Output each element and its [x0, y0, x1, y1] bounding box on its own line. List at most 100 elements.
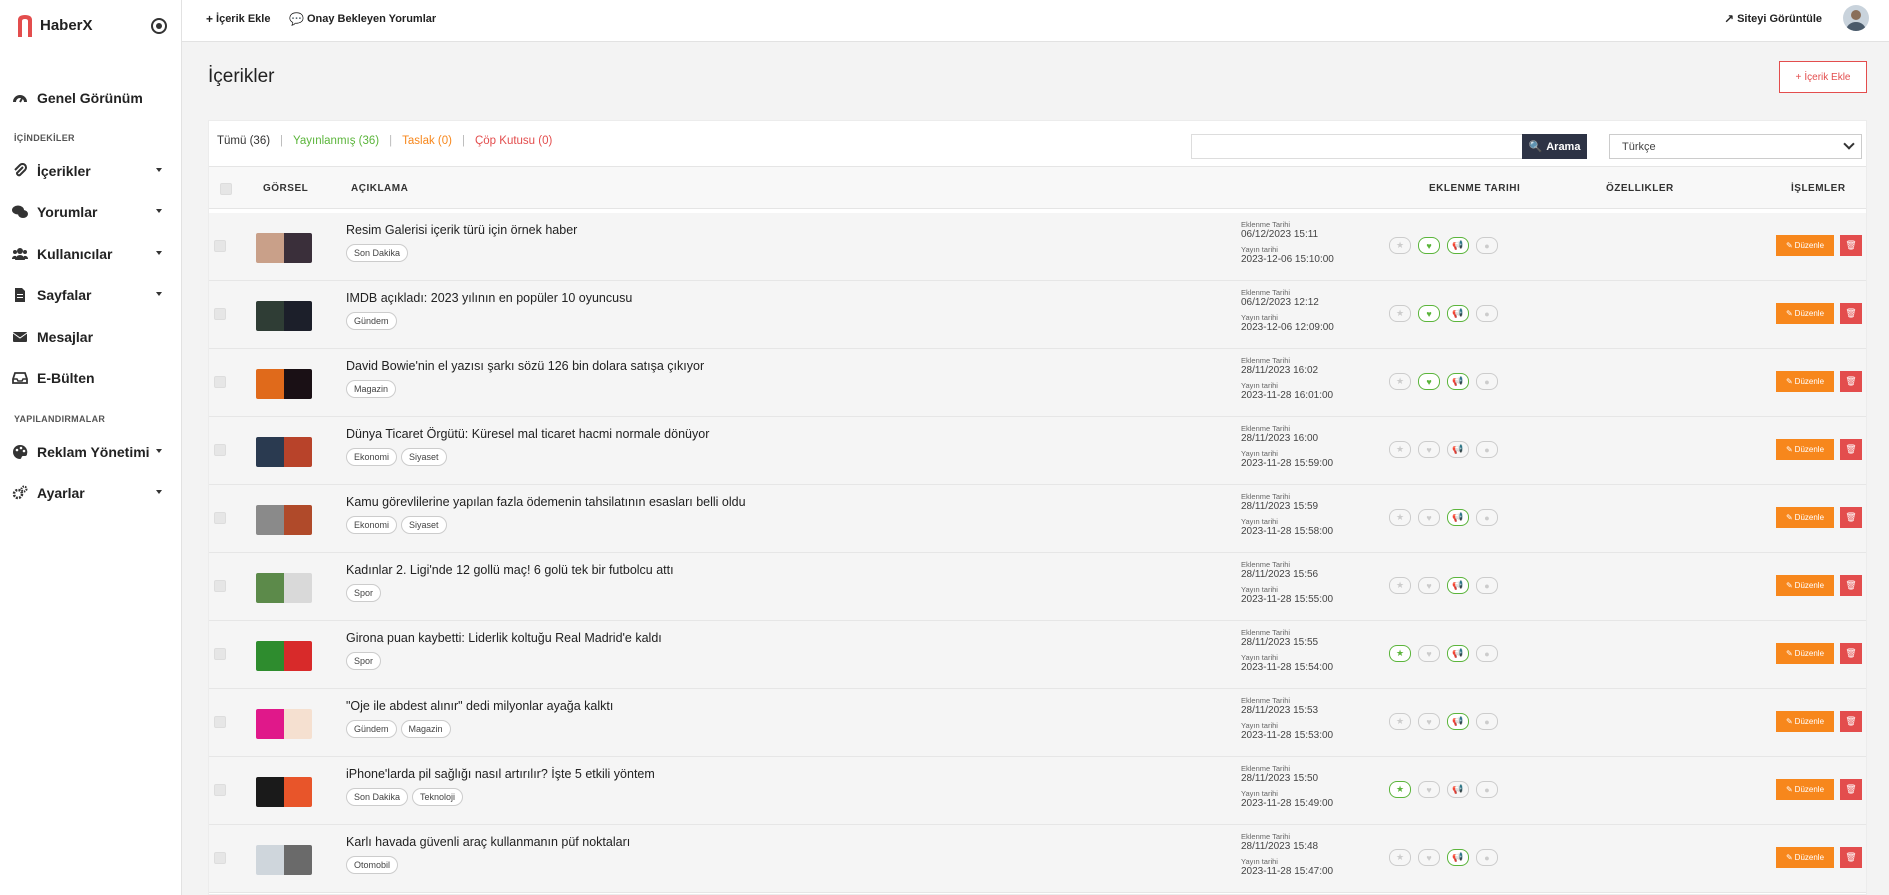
circle-check-icon[interactable]: ●: [1476, 849, 1498, 866]
sidebar-toggle-icon[interactable]: [151, 18, 167, 34]
circle-check-icon[interactable]: ●: [1476, 237, 1498, 254]
row-checkbox[interactable]: [214, 512, 226, 524]
star-icon[interactable]: ★: [1389, 441, 1411, 458]
edit-button[interactable]: ✎ Düzenle: [1776, 439, 1834, 460]
edit-button[interactable]: ✎ Düzenle: [1776, 575, 1834, 596]
megaphone-icon[interactable]: 📢: [1447, 373, 1469, 390]
edit-button[interactable]: ✎ Düzenle: [1776, 371, 1834, 392]
delete-button[interactable]: 🗑: [1840, 779, 1862, 800]
language-select[interactable]: Türkçe: [1609, 134, 1862, 159]
star-icon[interactable]: ★: [1389, 509, 1411, 526]
circle-check-icon[interactable]: ●: [1476, 373, 1498, 390]
row-checkbox[interactable]: [214, 444, 226, 456]
content-title[interactable]: David Bowie'nin el yazısı şarkı sözü 126…: [346, 359, 704, 373]
row-checkbox[interactable]: [214, 852, 226, 864]
row-checkbox[interactable]: [214, 716, 226, 728]
megaphone-icon[interactable]: 📢: [1447, 509, 1469, 526]
edit-button[interactable]: ✎ Düzenle: [1776, 711, 1834, 732]
delete-button[interactable]: 🗑: [1840, 371, 1862, 392]
delete-button[interactable]: 🗑: [1840, 711, 1862, 732]
circle-check-icon[interactable]: ●: [1476, 441, 1498, 458]
delete-button[interactable]: 🗑: [1840, 643, 1862, 664]
heart-icon[interactable]: ♥: [1418, 645, 1440, 662]
megaphone-icon[interactable]: 📢: [1447, 577, 1469, 594]
row-checkbox[interactable]: [214, 308, 226, 320]
megaphone-icon[interactable]: 📢: [1447, 849, 1469, 866]
sidebar-item-dashboard[interactable]: Genel Görünüm: [12, 87, 162, 109]
edit-button[interactable]: ✎ Düzenle: [1776, 643, 1834, 664]
delete-button[interactable]: 🗑: [1840, 439, 1862, 460]
sidebar-item-newsletter[interactable]: E-Bülten: [12, 367, 162, 389]
row-checkbox[interactable]: [214, 784, 226, 796]
star-icon[interactable]: ★: [1389, 849, 1411, 866]
add-content-button[interactable]: + İçerik Ekle: [1779, 61, 1867, 93]
star-icon[interactable]: ★: [1389, 781, 1411, 798]
heart-icon[interactable]: ♥: [1418, 305, 1440, 322]
content-title[interactable]: Resim Galerisi içerik türü için örnek ha…: [346, 223, 577, 237]
heart-icon[interactable]: ♥: [1418, 849, 1440, 866]
heart-icon[interactable]: ♥: [1418, 713, 1440, 730]
star-icon[interactable]: ★: [1389, 645, 1411, 662]
megaphone-icon[interactable]: 📢: [1447, 237, 1469, 254]
sidebar-item-users[interactable]: Kullanıcılar: [12, 243, 162, 265]
filter-trash[interactable]: Çöp Kutusu (0): [475, 135, 552, 147]
edit-button[interactable]: ✎ Düzenle: [1776, 507, 1834, 528]
circle-check-icon[interactable]: ●: [1476, 305, 1498, 322]
edit-button[interactable]: ✎ Düzenle: [1776, 303, 1834, 324]
heart-icon[interactable]: ♥: [1418, 577, 1440, 594]
heart-icon[interactable]: ♥: [1418, 441, 1440, 458]
brand-logo[interactable]: HaberX: [16, 14, 93, 37]
delete-button[interactable]: 🗑: [1840, 303, 1862, 324]
sidebar-item-comments[interactable]: Yorumlar: [12, 201, 162, 223]
star-icon[interactable]: ★: [1389, 237, 1411, 254]
content-title[interactable]: iPhone'larda pil sağlığı nasıl artırılır…: [346, 767, 655, 781]
megaphone-icon[interactable]: 📢: [1447, 305, 1469, 322]
sidebar-item-messages[interactable]: Mesajlar: [12, 326, 162, 348]
delete-button[interactable]: 🗑: [1840, 847, 1862, 868]
filter-all[interactable]: Tümü (36): [217, 135, 270, 147]
view-site-link[interactable]: ↗ Siteyi Görüntüle: [1724, 12, 1822, 26]
topbar-add-content-link[interactable]: + İçerik Ekle: [206, 12, 270, 26]
star-icon[interactable]: ★: [1389, 713, 1411, 730]
select-all-checkbox[interactable]: [220, 183, 232, 195]
content-title[interactable]: Dünya Ticaret Örgütü: Küresel mal ticare…: [346, 427, 709, 441]
star-icon[interactable]: ★: [1389, 577, 1411, 594]
megaphone-icon[interactable]: 📢: [1447, 645, 1469, 662]
content-title[interactable]: Girona puan kaybetti: Liderlik koltuğu R…: [346, 631, 662, 645]
megaphone-icon[interactable]: 📢: [1447, 441, 1469, 458]
row-checkbox[interactable]: [214, 376, 226, 388]
search-input[interactable]: [1192, 135, 1522, 158]
heart-icon[interactable]: ♥: [1418, 509, 1440, 526]
circle-check-icon[interactable]: ●: [1476, 645, 1498, 662]
filter-draft[interactable]: Taslak (0): [402, 135, 452, 147]
row-checkbox[interactable]: [214, 648, 226, 660]
star-icon[interactable]: ★: [1389, 305, 1411, 322]
circle-check-icon[interactable]: ●: [1476, 713, 1498, 730]
heart-icon[interactable]: ♥: [1418, 373, 1440, 390]
avatar[interactable]: [1843, 5, 1869, 31]
delete-button[interactable]: 🗑: [1840, 575, 1862, 596]
heart-icon[interactable]: ♥: [1418, 781, 1440, 798]
row-checkbox[interactable]: [214, 240, 226, 252]
megaphone-icon[interactable]: 📢: [1447, 713, 1469, 730]
circle-check-icon[interactable]: ●: [1476, 509, 1498, 526]
content-title[interactable]: Kadınlar 2. Ligi'nde 12 gollü maç! 6 gol…: [346, 563, 674, 577]
delete-button[interactable]: 🗑: [1840, 507, 1862, 528]
delete-button[interactable]: 🗑: [1840, 235, 1862, 256]
content-title[interactable]: IMDB açıkladı: 2023 yılının en popüler 1…: [346, 291, 632, 305]
sidebar-item-settings[interactable]: Ayarlar: [12, 482, 162, 504]
star-icon[interactable]: ★: [1389, 373, 1411, 390]
content-title[interactable]: "Oje ile abdest alınır" dedi milyonlar a…: [346, 699, 613, 713]
heart-icon[interactable]: ♥: [1418, 237, 1440, 254]
sidebar-item-contents[interactable]: İçerikler: [12, 160, 162, 182]
filter-published[interactable]: Yayınlanmış (36): [293, 135, 379, 147]
circle-check-icon[interactable]: ●: [1476, 781, 1498, 798]
content-title[interactable]: Karlı havada güvenli araç kullanmanın pü…: [346, 835, 630, 849]
circle-check-icon[interactable]: ●: [1476, 577, 1498, 594]
search-button[interactable]: 🔍 Arama: [1522, 134, 1587, 159]
megaphone-icon[interactable]: 📢: [1447, 781, 1469, 798]
topbar-pending-comments-link[interactable]: 💬 Onay Bekleyen Yorumlar: [289, 12, 436, 26]
edit-button[interactable]: ✎ Düzenle: [1776, 779, 1834, 800]
content-title[interactable]: Kamu görevlilerine yapılan fazla ödemeni…: [346, 495, 746, 509]
edit-button[interactable]: ✎ Düzenle: [1776, 847, 1834, 868]
